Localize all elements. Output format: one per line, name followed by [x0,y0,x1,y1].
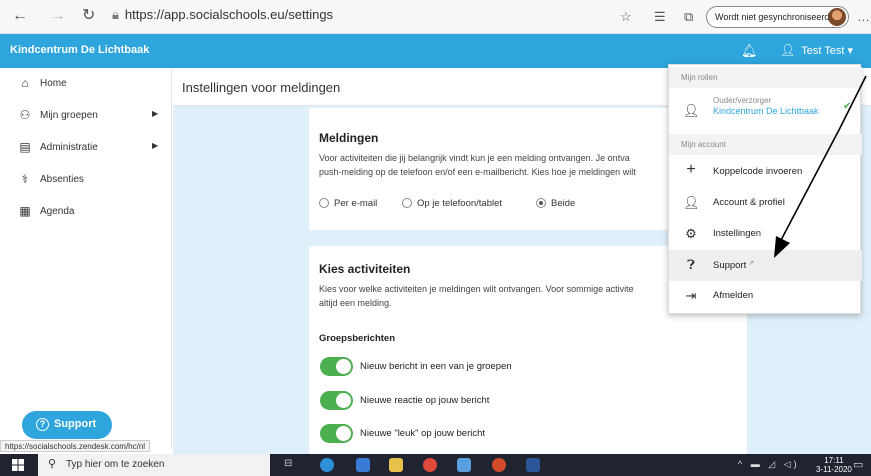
search-icon: ⚲ [48,458,57,470]
notification-icon[interactable]: ▭ [853,458,863,471]
taskbar-search[interactable]: ⚲ Typ hier om te zoeken [38,454,270,476]
clock-time: 17:11 [824,456,844,465]
mail-icon[interactable] [356,458,370,472]
chrome-icon[interactable] [423,458,437,472]
edge-icon[interactable] [320,458,334,472]
powerpoint-icon[interactable] [492,458,506,472]
windows-taskbar: ⚲ Typ hier om te zoeken ⊟ ^ ▬ ◿ ◁) 17:11… [0,454,871,476]
annotation-arrows [774,75,867,258]
windows-start-icon[interactable] [12,459,24,471]
system-tray-icons[interactable]: ^ ▬ ◿ ◁) [738,459,800,470]
task-view-icon[interactable]: ⊟ [284,458,298,472]
taskbar-clock[interactable]: 17:11 3-11-2020 [816,456,852,474]
store-icon[interactable] [389,458,403,472]
word-icon[interactable] [526,458,540,472]
search-placeholder: Typ hier om te zoeken [66,459,165,470]
teams-icon[interactable] [457,458,471,472]
clock-date: 3-11-2020 [816,465,852,474]
